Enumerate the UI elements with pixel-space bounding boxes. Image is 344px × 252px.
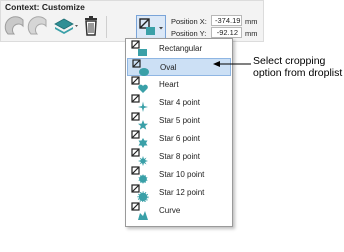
star6-crop-icon <box>131 130 148 148</box>
rectangle-crop-icon <box>131 40 147 56</box>
star4-crop-icon <box>131 94 148 112</box>
callout-line-1: Select cropping <box>253 55 326 67</box>
context-title: Context: Customize <box>5 2 85 12</box>
callout-arrow <box>213 61 251 67</box>
callout-text: Select cropping option from droplist <box>253 55 342 79</box>
crop-option-label: Curve <box>159 206 181 215</box>
oval-crop-icon <box>132 59 149 76</box>
crop-option-star-8-point[interactable]: Star 8 point <box>127 148 231 166</box>
crop-option-label: Rectangular <box>159 44 203 53</box>
crop-option-rectangular[interactable]: Rectangular <box>127 40 231 58</box>
crop-option-label: Star 12 point <box>159 188 205 197</box>
position-y-unit: mm <box>245 29 258 38</box>
crop-option-star-6-point[interactable]: Star 6 point <box>127 130 231 148</box>
arc-tool-1-icon[interactable] <box>4 15 26 37</box>
star8-crop-icon <box>131 148 148 166</box>
crop-option-label: Star 10 point <box>159 170 205 179</box>
delete-trash-icon[interactable] <box>81 15 101 37</box>
position-y-label: Position Y: <box>171 29 207 38</box>
crop-option-label: Star 5 point <box>159 116 200 125</box>
crop-option-star-5-point[interactable]: Star 5 point <box>127 112 231 130</box>
crop-option-label: Star 8 point <box>159 152 200 161</box>
crop-option-star-10-point[interactable]: Star 10 point <box>127 166 231 184</box>
arc-tool-2-icon[interactable] <box>27 15 49 37</box>
crop-option-label: Star 4 point <box>159 98 200 107</box>
position-x-label: Position X: <box>171 17 207 26</box>
crop-option-label: Heart <box>159 80 179 89</box>
callout-line-2: option from droplist <box>253 67 343 79</box>
curve-crop-icon <box>131 202 148 220</box>
toolbar-divider <box>106 16 107 38</box>
crop-option-heart[interactable]: Heart <box>127 76 231 94</box>
crop-option-curve[interactable]: Curve <box>127 202 231 220</box>
crop-option-label: Oval <box>160 63 177 72</box>
crop-option-label: Star 6 point <box>159 134 200 143</box>
position-x-field[interactable]: -374.19 <box>211 15 242 26</box>
position-y-field[interactable]: -92.12 <box>211 27 242 38</box>
position-x-unit: mm <box>245 17 258 26</box>
crop-option-star-4-point[interactable]: Star 4 point <box>127 94 231 112</box>
star12-crop-icon <box>131 184 149 202</box>
star10-crop-icon <box>131 166 148 184</box>
crop-shape-dropdown-button[interactable] <box>136 15 166 39</box>
crop-option-star-12-point[interactable]: Star 12 point <box>127 184 231 202</box>
layers-icon[interactable] <box>53 15 79 37</box>
context-toolbar: Context: Customize Position X: -374.19 m… <box>0 0 264 42</box>
heart-crop-icon <box>131 76 148 93</box>
star5-crop-icon <box>131 112 148 130</box>
